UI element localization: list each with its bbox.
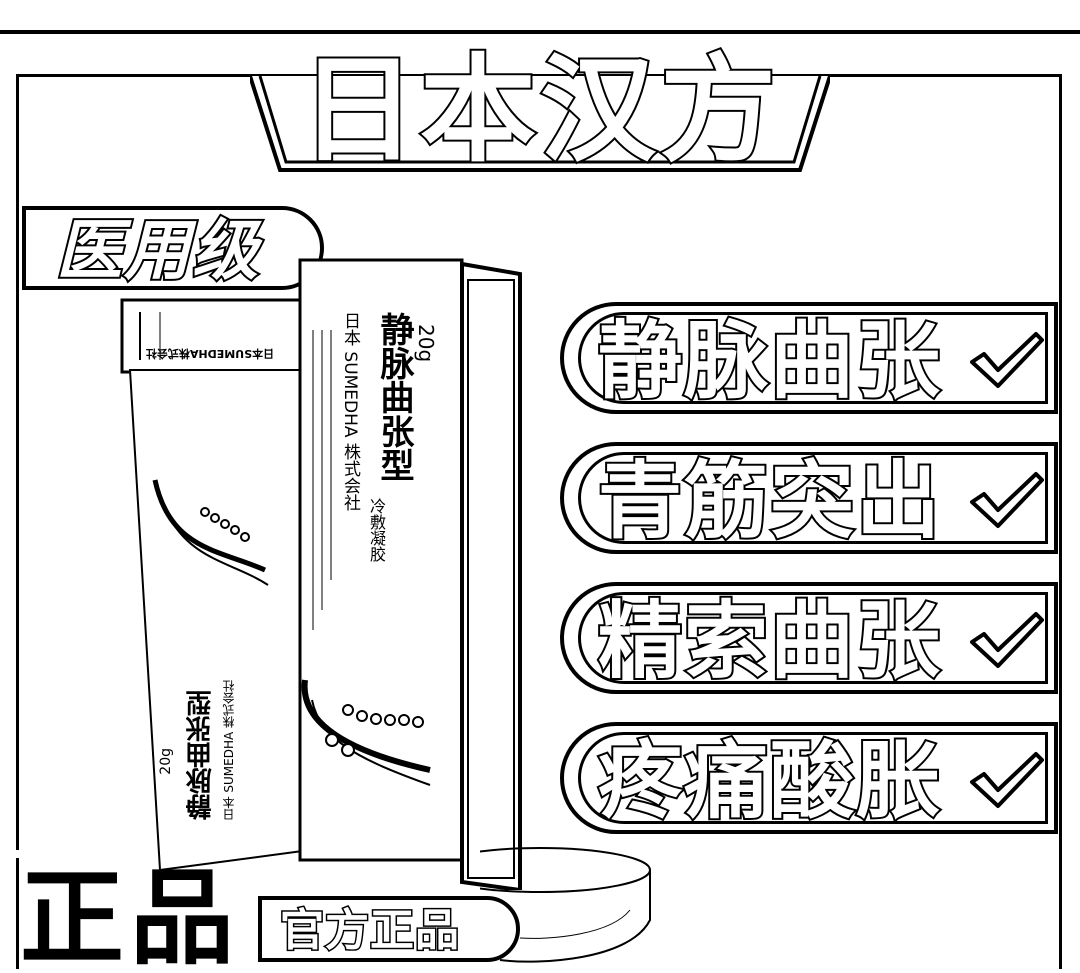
- box-weight: 20g: [414, 324, 438, 363]
- checkmark-icon: [970, 752, 1044, 808]
- official-authentic-badge: 官方正品: [258, 896, 520, 962]
- symptom-label: 疼痛酸胀: [596, 732, 943, 830]
- box-brand: 日本 SUMEDHA 株式会社: [340, 312, 360, 511]
- symptom-label: 静脉曲张: [596, 312, 943, 410]
- tube-weight: 20g: [158, 748, 174, 775]
- checkmark-icon: [970, 472, 1044, 528]
- symptom-pill-1: 静脉曲张: [560, 302, 1058, 414]
- tube-brand: 日本 SUMEDHA 株式会社: [222, 680, 236, 821]
- tube-product-name: 静脉曲张型: [186, 690, 216, 820]
- official-authentic-label: 官方正品: [279, 904, 461, 957]
- symptom-label: 精索曲张: [596, 592, 943, 690]
- symptom-label: 青筋突出: [596, 452, 943, 550]
- checkmark-icon: [970, 612, 1044, 668]
- symptom-pill-3: 精索曲张: [560, 582, 1058, 694]
- checkmark-icon: [970, 332, 1044, 388]
- top-divider: [0, 30, 1080, 34]
- title-banner: 日本汉方: [250, 40, 830, 180]
- product-image: 日本SUMEDHA株式会社 静脉曲张型 日本 SUMEDHA 株式会社 20g …: [100, 250, 540, 890]
- page-title: 日本汉方: [298, 43, 780, 178]
- symptom-pill-2: 青筋突出: [560, 442, 1058, 554]
- flap-label: 日本SUMEDHA株式会社: [145, 347, 275, 360]
- box-subname: 冷敷凝胶: [367, 498, 386, 562]
- symptom-pill-4: 疼痛酸胀: [560, 722, 1058, 834]
- authentic-label: 正品: [20, 857, 241, 973]
- box-product-name: 静脉曲张型: [374, 312, 414, 482]
